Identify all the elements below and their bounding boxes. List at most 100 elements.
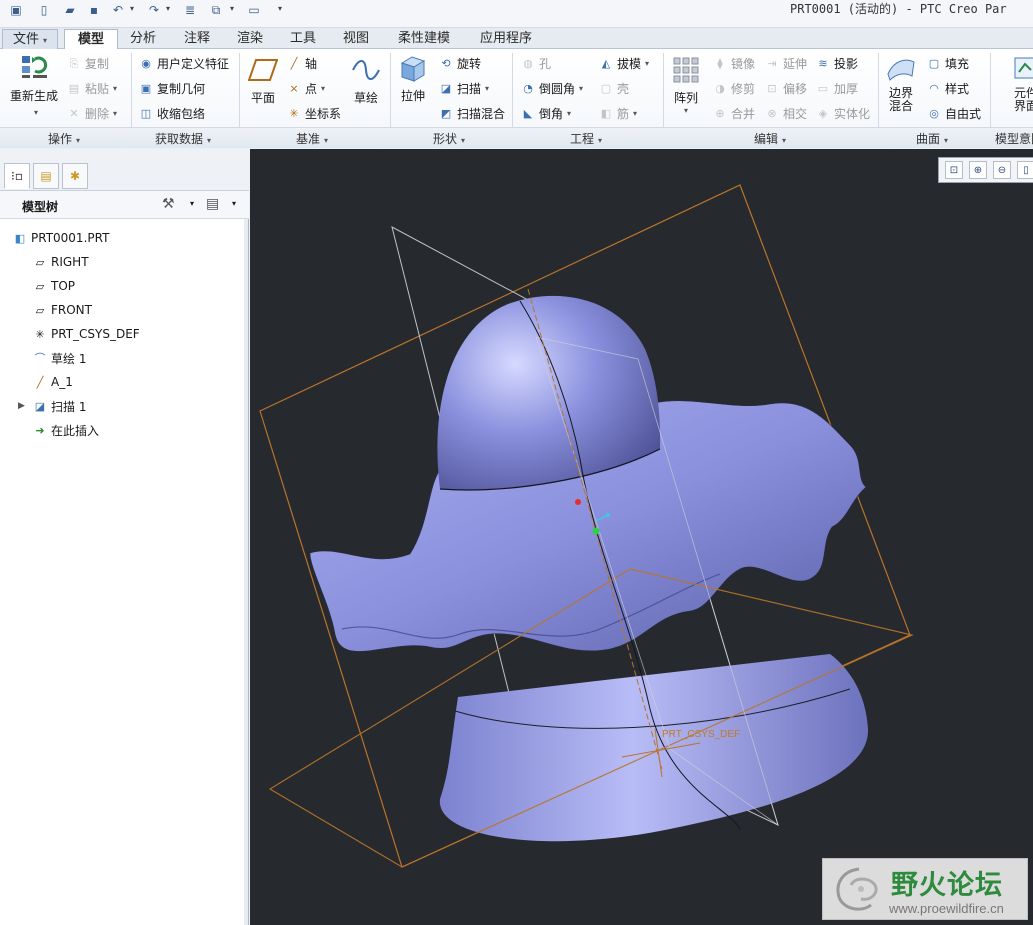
save-icon[interactable]: ▪: [86, 2, 102, 18]
refit-icon[interactable]: ⊡: [945, 161, 963, 179]
group-datum[interactable]: 基准 ▾: [296, 130, 328, 147]
group-model-intent[interactable]: 模型意图: [995, 130, 1033, 147]
group-editing[interactable]: 编辑 ▾: [754, 130, 786, 147]
triad-z-dot: [606, 513, 610, 517]
tab-applications[interactable]: 应用程序: [470, 29, 542, 49]
sketch-button[interactable]: 草绘: [348, 55, 384, 106]
paste-button[interactable]: ▤ 粘贴 ▾: [66, 80, 117, 97]
copy-geometry-button[interactable]: ▣ 复制几何: [138, 80, 205, 97]
boundary-blend-button[interactable]: 边界 混合: [882, 53, 920, 113]
folder-browser-tab[interactable]: ▤: [33, 163, 59, 189]
sketch-icon: ⌒: [34, 352, 46, 365]
axis-button[interactable]: ╱ 轴: [286, 55, 317, 72]
point-button[interactable]: × 点 ▾: [286, 80, 325, 97]
tree-columns-icon[interactable]: ▤: [206, 196, 219, 212]
tree-item-part[interactable]: ◧ PRT0001.PRT: [0, 227, 245, 249]
chamfer-button[interactable]: ◣ 倒角 ▾: [520, 105, 571, 122]
extend-icon: ⇥: [767, 57, 777, 70]
tree-item-sweep[interactable]: ▶ ◪ 扫描 1: [0, 395, 245, 417]
group-shapes[interactable]: 形状 ▾: [433, 130, 465, 147]
tree-item-insert-here[interactable]: ➜ 在此插入: [0, 419, 245, 441]
draft-button[interactable]: ◭ 拔模 ▾: [598, 55, 649, 72]
revolve-button[interactable]: ⟲ 旋转: [438, 55, 481, 72]
app-logo-icon[interactable]: ▣: [8, 2, 24, 18]
expand-arrow-icon[interactable]: ▶: [18, 401, 25, 411]
undo-icon[interactable]: ↶: [110, 2, 126, 18]
close-window-icon[interactable]: ▭: [246, 2, 262, 18]
regenerate-button[interactable]: 重新生成▾: [6, 53, 62, 118]
redo-icon[interactable]: ↷: [146, 2, 162, 18]
copy-button[interactable]: ⎘ 复制: [66, 55, 109, 72]
pattern-button[interactable]: 阵列 ▾: [668, 55, 704, 115]
customize-quick-access-icon[interactable]: ▾: [278, 4, 282, 13]
delete-button[interactable]: ✕ 删除 ▾: [66, 105, 117, 122]
chevron-down-icon: ▾: [43, 36, 48, 45]
group-get-data[interactable]: 获取数据 ▾: [155, 130, 211, 147]
open-folder-icon[interactable]: ▰: [62, 2, 78, 18]
rib-button[interactable]: ◧ 筋 ▾: [598, 105, 637, 122]
fill-button[interactable]: ▢ 填充: [926, 55, 969, 72]
plane-button[interactable]: 平面: [244, 55, 282, 106]
tree-item-right-plane[interactable]: ▱ RIGHT: [0, 251, 245, 273]
repaint-icon[interactable]: ▯: [1017, 161, 1033, 179]
base-surface[interactable]: [439, 654, 869, 842]
windows-icon[interactable]: ⧉: [208, 2, 224, 18]
sweep-button[interactable]: ◪ 扫描 ▾: [438, 80, 489, 97]
zoom-out-icon[interactable]: ⊖: [993, 161, 1011, 179]
chevron-down-icon[interactable]: ▾: [190, 199, 194, 208]
intersect-button[interactable]: ⊗ 相交: [764, 105, 807, 122]
tree-item-csys[interactable]: ✳ PRT_CSYS_DEF: [0, 323, 245, 345]
new-file-icon[interactable]: ▯: [36, 2, 52, 18]
chevron-down-icon: ▾: [33, 108, 38, 117]
round-button[interactable]: ◔ 倒圆角 ▾: [520, 80, 583, 97]
redo-dropdown-icon[interactable]: ▾: [166, 4, 170, 13]
regenerate-small-icon[interactable]: ≣: [182, 2, 198, 18]
thicken-button[interactable]: ▭ 加厚: [815, 80, 858, 97]
extrude-button[interactable]: 拉伸: [394, 53, 432, 104]
zoom-in-icon[interactable]: ⊕: [969, 161, 987, 179]
shell-button[interactable]: ▢ 壳: [598, 80, 629, 97]
panel-scrollbar[interactable]: [244, 219, 248, 925]
component-interface-button[interactable]: 元件 界面: [1006, 53, 1033, 113]
model-tree-tab[interactable]: ⁝▫: [4, 163, 30, 189]
extend-button[interactable]: ⇥ 延伸: [764, 55, 807, 72]
tree-item-axis[interactable]: ╱ A_1: [0, 371, 245, 393]
tab-view[interactable]: 视图: [333, 29, 379, 49]
group-surfaces[interactable]: 曲面 ▾: [916, 130, 948, 147]
model-view-svg[interactable]: PRT_CSYS_DEF: [250, 149, 1033, 925]
shell-icon: ▢: [600, 82, 612, 95]
tab-model[interactable]: 模型: [64, 29, 118, 50]
tree-item-top-plane[interactable]: ▱ TOP: [0, 275, 245, 297]
tab-tools[interactable]: 工具: [280, 29, 326, 49]
tab-file[interactable]: 文件 ▾: [2, 29, 58, 49]
tree-item-sketch[interactable]: ⌒ 草绘 1: [0, 347, 245, 369]
solidify-button[interactable]: ◈ 实体化: [815, 105, 870, 122]
tree-item-front-plane[interactable]: ▱ FRONT: [0, 299, 245, 321]
mirror-button[interactable]: ⧫ 镜像: [712, 55, 755, 72]
graphics-viewport[interactable]: PRT_CSYS_DEF ⊡ ⊕ ⊖ ▯ 野火论坛 www.proewildfi…: [250, 149, 1033, 925]
windows-dropdown-icon[interactable]: ▾: [230, 4, 234, 13]
watermark: 野火论坛 www.proewildfire.cn: [822, 858, 1028, 920]
trim-button[interactable]: ◑ 修剪: [712, 80, 755, 97]
hole-button[interactable]: ◍ 孔: [520, 55, 551, 72]
style-button[interactable]: ◠ 样式: [926, 80, 969, 97]
merge-button[interactable]: ⊕ 合并: [712, 105, 755, 122]
dome-surface[interactable]: [437, 295, 661, 490]
shrinkwrap-button[interactable]: ◫ 收缩包络: [138, 105, 205, 122]
freestyle-button[interactable]: ◎ 自由式: [926, 105, 981, 122]
project-button[interactable]: ≋ 投影: [815, 55, 858, 72]
tab-flexible-modeling[interactable]: 柔性建模: [388, 29, 460, 49]
undo-dropdown-icon[interactable]: ▾: [130, 4, 134, 13]
chevron-down-icon[interactable]: ▾: [232, 199, 236, 208]
user-defined-feature-button[interactable]: ◉ 用户定义特征: [138, 55, 229, 72]
tab-analysis[interactable]: 分析: [120, 29, 166, 49]
group-operations[interactable]: 操作 ▾: [48, 130, 80, 147]
tree-settings-icon[interactable]: ⚒: [162, 196, 175, 212]
csys-button[interactable]: ✳ 坐标系: [286, 105, 341, 122]
offset-button[interactable]: ⊡ 偏移: [764, 80, 807, 97]
tab-render[interactable]: 渲染: [227, 29, 273, 49]
tab-annotate[interactable]: 注释: [174, 29, 220, 49]
swept-blend-button[interactable]: ◩ 扫描混合: [438, 105, 505, 122]
favorites-tab[interactable]: ✱: [62, 163, 88, 189]
group-engineering[interactable]: 工程 ▾: [570, 130, 602, 147]
